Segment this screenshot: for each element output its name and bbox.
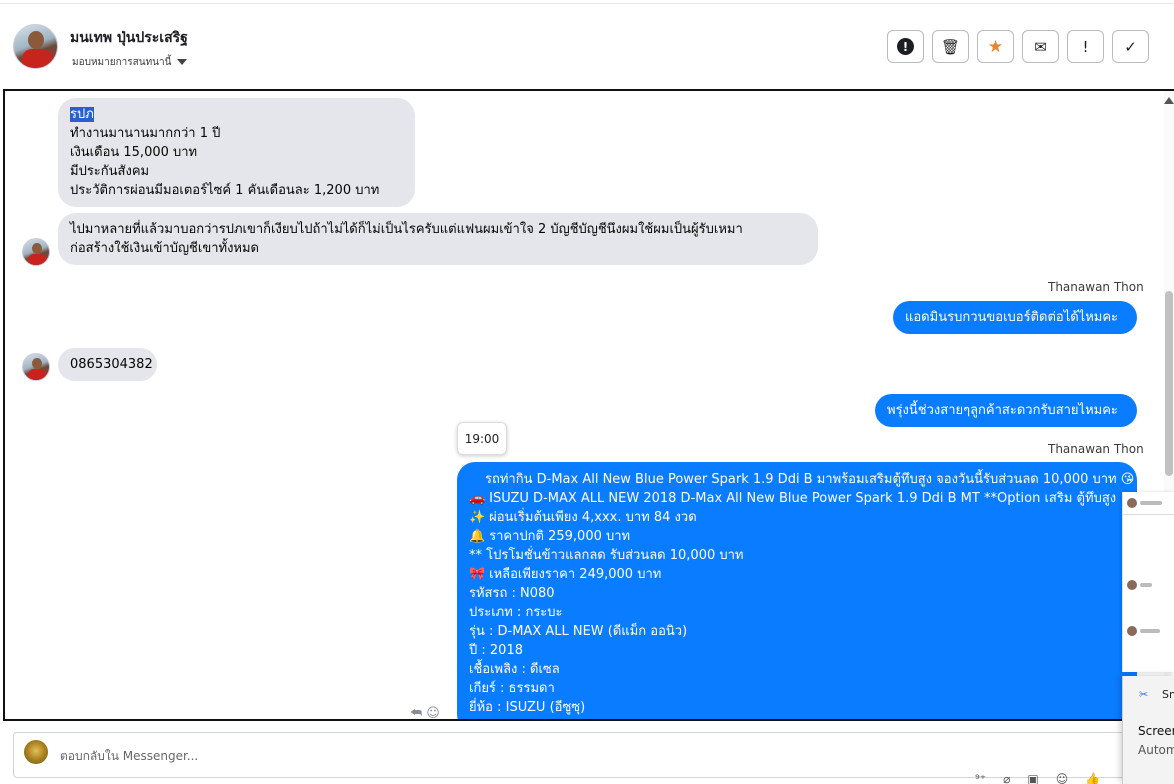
mark-done-button[interactable]: ✓ bbox=[1112, 30, 1149, 63]
notification-app-name: Snipping Tool bbox=[1162, 688, 1174, 701]
star-icon: ★ bbox=[987, 36, 1004, 57]
message-line: รหัสรถ : N080 bbox=[469, 586, 555, 601]
notification-title: Screenshot copied to clipboard bbox=[1138, 724, 1174, 738]
notification-subtitle: Automatically saved to screenshots folde… bbox=[1138, 743, 1174, 757]
message-line: พรุ่งนี้ช่วงสายๆลูกค้าสะดวกรับสายไหมคะ bbox=[887, 403, 1118, 418]
like-icon[interactable]: 👍 bbox=[1085, 772, 1100, 784]
sparkles-emoji-icon: ✨ bbox=[469, 510, 486, 525]
line-text: รถท่ากิน D-Max All New Blue Power Spark … bbox=[485, 472, 1135, 487]
exclamation-icon: ! bbox=[1082, 37, 1089, 56]
contact-avatar-small[interactable] bbox=[22, 353, 50, 381]
reply-input[interactable]: ตอบกลับใน Messenger... bbox=[60, 747, 198, 766]
line-text: ราคาปกติ 259,000 บาท bbox=[485, 529, 631, 544]
message-line: ยี่ห้อ : ISUZU (อีซูซุ) bbox=[469, 700, 586, 715]
scroll-up-arrow-icon[interactable] bbox=[1164, 97, 1174, 104]
line-text: ผ่อนเริ่มต้นเพียง 4,xxx. บาท 84 งวด bbox=[485, 510, 697, 525]
star-button[interactable]: ★ bbox=[977, 30, 1014, 63]
attachment-icon[interactable]: ⌀ bbox=[1003, 772, 1010, 784]
message-line: ✨ ผ่อนเริ่มต้นเพียง 4,xxx. บาท 84 งวด bbox=[469, 508, 1125, 527]
assign-label: มอบหมายการสนทนานี้ bbox=[72, 57, 172, 68]
contact-name[interactable]: มนเทพ ปุ่นประเสริฐ bbox=[70, 27, 188, 49]
message-line: ประวัติการผ่อนมีมอเตอร์ไซค์ 1 คันเดือนละ… bbox=[70, 183, 380, 198]
mini-avatar bbox=[1127, 626, 1137, 636]
assign-conversation-dropdown[interactable]: มอบหมายการสนทนานี้ bbox=[72, 55, 188, 70]
line-text: ISUZU D-MAX ALL NEW 2018 D-Max All New B… bbox=[485, 491, 1117, 506]
message-line: 🚗 ISUZU D-MAX ALL NEW 2018 D-Max All New… bbox=[469, 489, 1125, 508]
emoji-react-icon[interactable]: ☺ bbox=[426, 706, 440, 719]
page-avatar bbox=[24, 740, 48, 764]
mini-text bbox=[1140, 629, 1160, 633]
message-line: ปี : 2018 bbox=[469, 643, 523, 658]
trash-icon: 🗑 bbox=[940, 37, 961, 56]
message-line: เชื้อเพลิง : ดีเซล bbox=[469, 662, 560, 677]
top-divider bbox=[0, 0, 1174, 4]
snipping-tool-notification[interactable]: ✂ Snipping Tool Screenshot copied to cli… bbox=[1122, 676, 1174, 784]
side-preview-panel[interactable] bbox=[1122, 492, 1174, 672]
sender-name: Thanawan Thon bbox=[1048, 280, 1144, 294]
line-text: ** โปรโมชั่นข้าวแลกลด รับส่วนลด 10,000 บ… bbox=[469, 548, 744, 563]
outgoing-message[interactable]: รถท่ากิน D-Max All New Blue Power Spark … bbox=[457, 462, 1137, 719]
conversation-header: มนเทพ ปุ่นประเสริฐ มอบหมายการสนทนานี้ ! … bbox=[0, 5, 1174, 89]
message-line: ประเภท : กระบะ bbox=[469, 605, 563, 620]
mini-text bbox=[1140, 501, 1162, 505]
follow-up-button[interactable]: ! bbox=[1067, 30, 1104, 63]
message-line: รถท่ากิน D-Max All New Blue Power Spark … bbox=[469, 470, 1134, 489]
spam-button[interactable]: ! bbox=[887, 30, 924, 63]
header-actions: ! 🗑 ★ ✉ ! ✓ bbox=[887, 30, 1149, 63]
caret-down-icon bbox=[177, 59, 188, 65]
bell-emoji-icon: 🔔 bbox=[469, 529, 486, 544]
composer-tools: ⁹⁺ ⌀ ▣ ☺ 👍 bbox=[975, 772, 1100, 784]
message-line: 🔔 ราคาปกติ 259,000 บาท bbox=[469, 527, 1125, 546]
add-person-icon[interactable]: ⁹⁺ bbox=[975, 772, 986, 784]
message-line: ** โปรโมชั่นข้าวแลกลด รับส่วนลด 10,000 บ… bbox=[469, 546, 1125, 565]
message-reaction-tools[interactable]: ⮪ ☺ bbox=[410, 706, 440, 719]
scissors-icon: ✂ bbox=[1139, 688, 1149, 701]
car-emoji-icon: 🚗 bbox=[469, 491, 486, 506]
message-line: แอดมินรบกวนขอเบอร์ติดต่อได้ไหมคะ bbox=[905, 310, 1119, 325]
mark-unread-button[interactable]: ✉ bbox=[1022, 30, 1059, 63]
contact-avatar[interactable] bbox=[13, 24, 58, 69]
alert-circle-icon: ! bbox=[897, 38, 914, 55]
sender-name: Thanawan Thon bbox=[1048, 442, 1144, 456]
incoming-message[interactable]: ไปมาหลายที่แล้วมาบอกว่ารปภเขาก็เงียบไปถ้… bbox=[58, 213, 818, 265]
message-line: รุ่น : D-MAX ALL NEW (ดีแม็ก ออนิว) bbox=[469, 624, 688, 639]
incoming-message[interactable]: รปภ ทำงานมานานมากกว่า 1 ปี เงินเดือน 15,… bbox=[58, 98, 415, 207]
delete-button[interactable]: 🗑 bbox=[932, 30, 969, 63]
mini-avatar bbox=[1127, 580, 1137, 590]
highlighted-text: รปภ bbox=[70, 107, 94, 122]
ribbon-emoji-icon: 🎀 bbox=[469, 567, 486, 582]
message-line: ไปมาหลายที่แล้วมาบอกว่ารปภเขาก็เงียบไปถ้… bbox=[70, 222, 743, 237]
divider bbox=[1123, 514, 1174, 515]
gif-icon[interactable]: ▣ bbox=[1027, 772, 1038, 784]
outgoing-message[interactable]: พรุ่งนี้ช่วงสายๆลูกค้าสะดวกรับสายไหมคะ bbox=[875, 394, 1137, 427]
message-line: เงินเดือน 15,000 บาท bbox=[70, 145, 198, 160]
outgoing-message[interactable]: แอดมินรบกวนขอเบอร์ติดต่อได้ไหมคะ bbox=[893, 301, 1137, 334]
message-line: 0865304382 bbox=[70, 357, 153, 372]
message-line: ก่อสร้างใช้เงินเข้าบัญชีเขาทั้งหมด bbox=[70, 241, 260, 256]
checkmark-icon: ✓ bbox=[1124, 37, 1137, 56]
message-thread[interactable]: รปภ ทำงานมานานมากกว่า 1 ปี เงินเดือน 15,… bbox=[3, 89, 1174, 721]
message-line: เกียร์ : ธรรมดา bbox=[469, 681, 555, 696]
scrollbar-thumb[interactable] bbox=[1165, 291, 1173, 476]
incoming-message[interactable]: 0865304382 bbox=[58, 348, 157, 381]
message-line: ทำงานมานานมากกว่า 1 ปี bbox=[70, 126, 221, 141]
line-text: เหลือเพียงราคา 249,000 บาท bbox=[485, 567, 662, 582]
mini-avatar bbox=[1127, 498, 1137, 508]
emoji-icon[interactable]: ☺ bbox=[1056, 772, 1069, 784]
mini-text bbox=[1140, 583, 1152, 587]
app: มนเทพ ปุ่นประเสริฐ มอบหมายการสนทนานี้ ! … bbox=[0, 0, 1174, 784]
reply-icon[interactable]: ⮪ bbox=[410, 706, 422, 719]
contact-avatar-small[interactable] bbox=[22, 238, 50, 266]
message-line: มีประกันสังคม bbox=[70, 164, 150, 179]
message-line: รปภ bbox=[70, 105, 403, 124]
timestamp-tooltip: 19:00 bbox=[457, 422, 507, 455]
envelope-icon: ✉ bbox=[1034, 37, 1047, 56]
message-line: 🎀 เหลือเพียงราคา 249,000 บาท bbox=[469, 565, 1125, 584]
